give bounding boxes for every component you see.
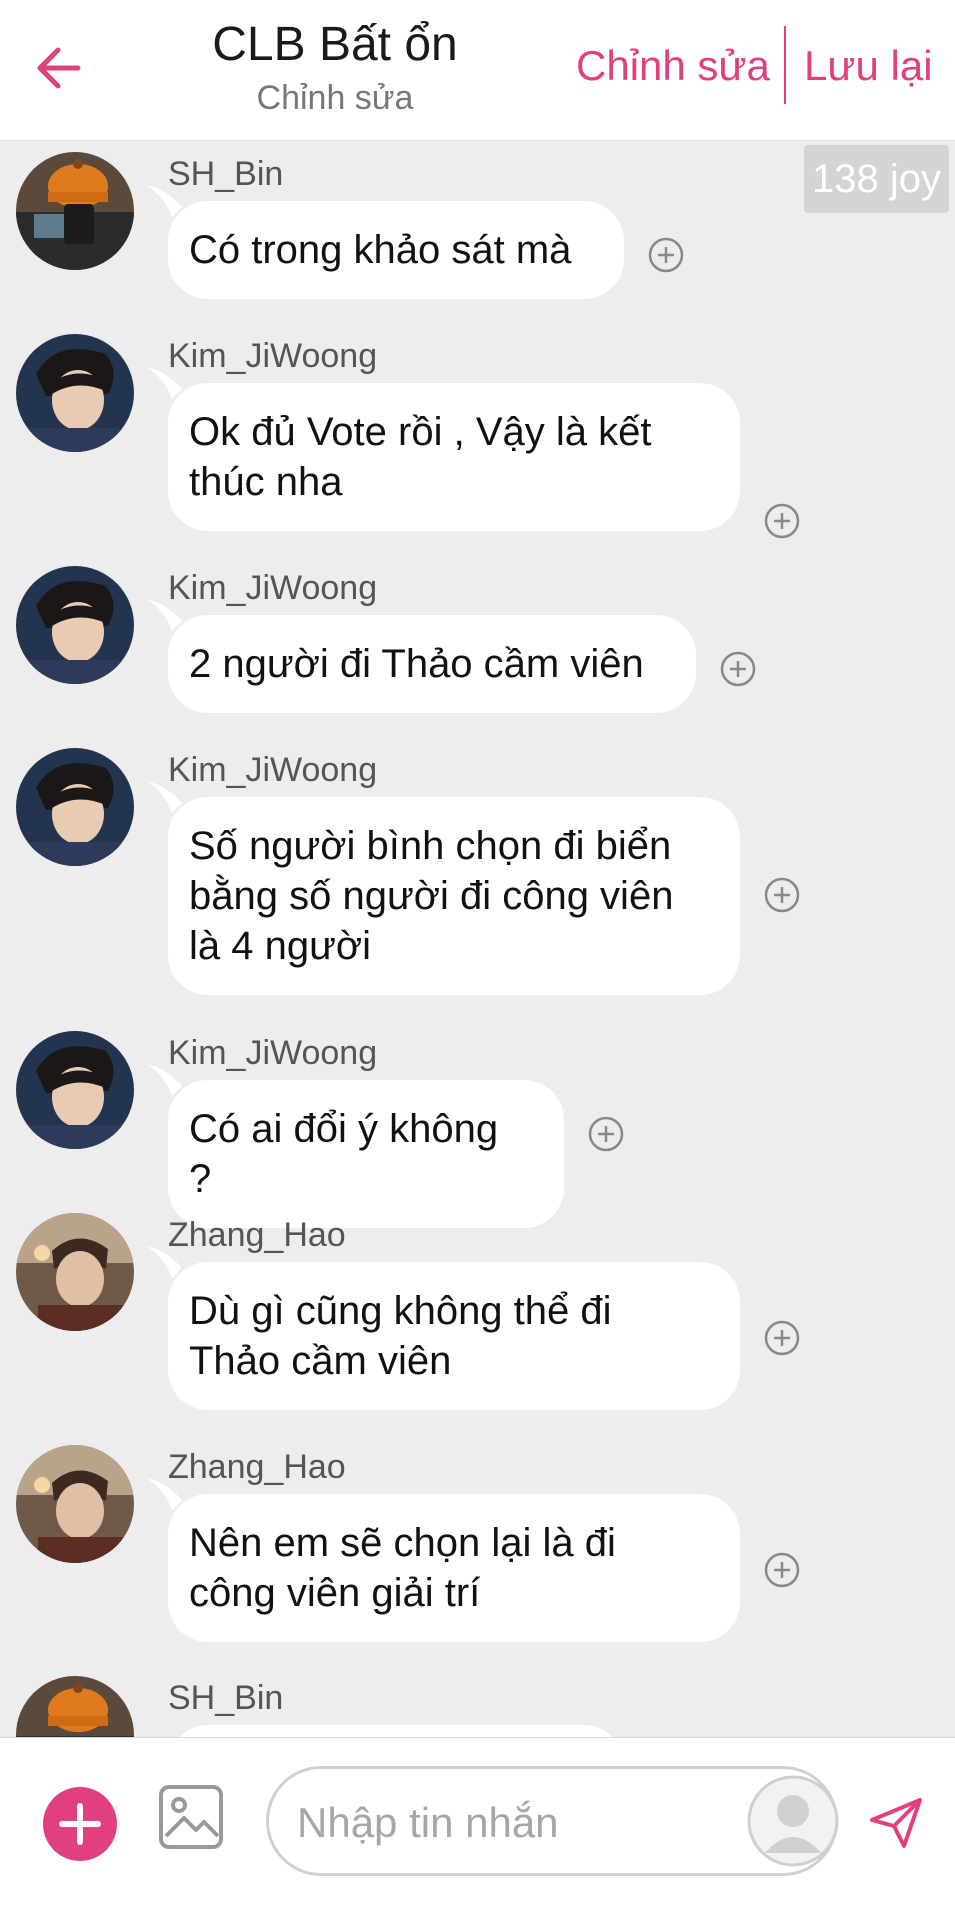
avatar[interactable] — [16, 748, 134, 866]
avatar[interactable] — [16, 334, 134, 452]
message-text: Nên em sẽ chọn lại là đi công viên giải … — [189, 1521, 616, 1615]
message-text: 2 người đi Thảo cầm viên — [189, 642, 644, 686]
title-block: CLB Bất ổn Chỉnh sửa — [180, 14, 490, 120]
bubble-tail — [146, 781, 182, 813]
sender-name: SH_Bin — [168, 1679, 284, 1717]
add-reaction-icon[interactable] — [764, 1320, 800, 1356]
joy-badge: 138 joy — [804, 145, 949, 213]
add-reaction-icon[interactable] — [648, 237, 684, 273]
message-text: Dù gì cũng không thể đi Thảo cầm viên — [189, 1289, 612, 1383]
message-text: Số người bình chọn đi biển bằng số người… — [189, 824, 674, 968]
avatar[interactable] — [16, 1031, 134, 1149]
sender-name: Zhang_Hao — [168, 1216, 346, 1254]
message-input-box[interactable] — [266, 1766, 839, 1876]
message-bubble[interactable]: 2 người đi Thảo cầm viên — [146, 599, 696, 713]
chat-header: CLB Bất ổn Chỉnh sửa Chỉnh sửa Lưu lại — [0, 0, 955, 141]
bubble-tail — [146, 1246, 182, 1278]
message-text: Có ai đổi ý không ? — [189, 1107, 499, 1201]
avatar[interactable] — [16, 152, 134, 270]
message-bubble[interactable]: Có ai đổi ý không ? — [146, 1064, 564, 1228]
send-icon[interactable] — [868, 1794, 924, 1850]
avatar[interactable] — [16, 1676, 134, 1737]
message-bubble[interactable]: Nên em sẽ chọn lại là đi công viên giải … — [146, 1478, 740, 1642]
chat-subtitle: Chỉnh sửa — [256, 79, 414, 117]
avatar[interactable] — [16, 1445, 134, 1563]
header-divider — [784, 26, 786, 104]
add-reaction-icon[interactable] — [720, 651, 756, 687]
sender-name: Kim_JiWoong — [168, 1034, 378, 1072]
add-reaction-icon[interactable] — [764, 503, 800, 539]
bubble-tail — [146, 185, 182, 217]
sender-name: SH_Bin — [168, 155, 284, 193]
message-bubble[interactable]: Có trong khảo sát mà — [146, 185, 624, 299]
bubble-tail — [146, 367, 182, 399]
add-reaction-icon[interactable] — [764, 877, 800, 913]
chat-title: CLB Bất ổn — [212, 18, 458, 71]
message-bubble[interactable]: Số người bình chọn đi biển bằng số người… — [146, 781, 740, 995]
message-bubble[interactable]: Dù gì cũng không thể đi Thảo cầm viên — [146, 1246, 740, 1410]
sender-name: Kim_JiWoong — [168, 751, 378, 789]
sender-name: Zhang_Hao — [168, 1448, 346, 1486]
composer-bar — [0, 1737, 955, 1921]
message-input[interactable] — [295, 1787, 719, 1859]
bubble-tail — [146, 1478, 182, 1510]
edit-button[interactable]: Chỉnh sửa — [576, 40, 770, 92]
add-reaction-icon[interactable] — [764, 1552, 800, 1588]
message-bubble[interactable]: Ok đủ Vote rồi , Vậy là kết thúc nha — [146, 367, 740, 531]
sender-name: Kim_JiWoong — [168, 337, 378, 375]
save-button[interactable]: Lưu lại — [804, 40, 933, 92]
add-reaction-icon[interactable] — [588, 1116, 624, 1152]
sticker-avatar-icon[interactable] — [747, 1775, 839, 1867]
avatar[interactable] — [16, 1213, 134, 1331]
message-text: Có trong khảo sát mà — [189, 228, 572, 272]
plus-icon[interactable] — [42, 1786, 118, 1862]
bubble-tail — [146, 1064, 182, 1096]
back-arrow-icon[interactable] — [30, 38, 90, 98]
message-text: Ok đủ Vote rồi , Vậy là kết thúc nha — [189, 410, 652, 504]
message-list[interactable]: SH_Bin Có trong khảo sát mà Kim_JiWoong … — [0, 141, 955, 1737]
sender-name: Kim_JiWoong — [168, 569, 378, 607]
bubble-tail — [146, 599, 182, 631]
message-bubble[interactable] — [168, 1725, 624, 1737]
image-icon[interactable] — [158, 1784, 224, 1850]
avatar[interactable] — [16, 566, 134, 684]
